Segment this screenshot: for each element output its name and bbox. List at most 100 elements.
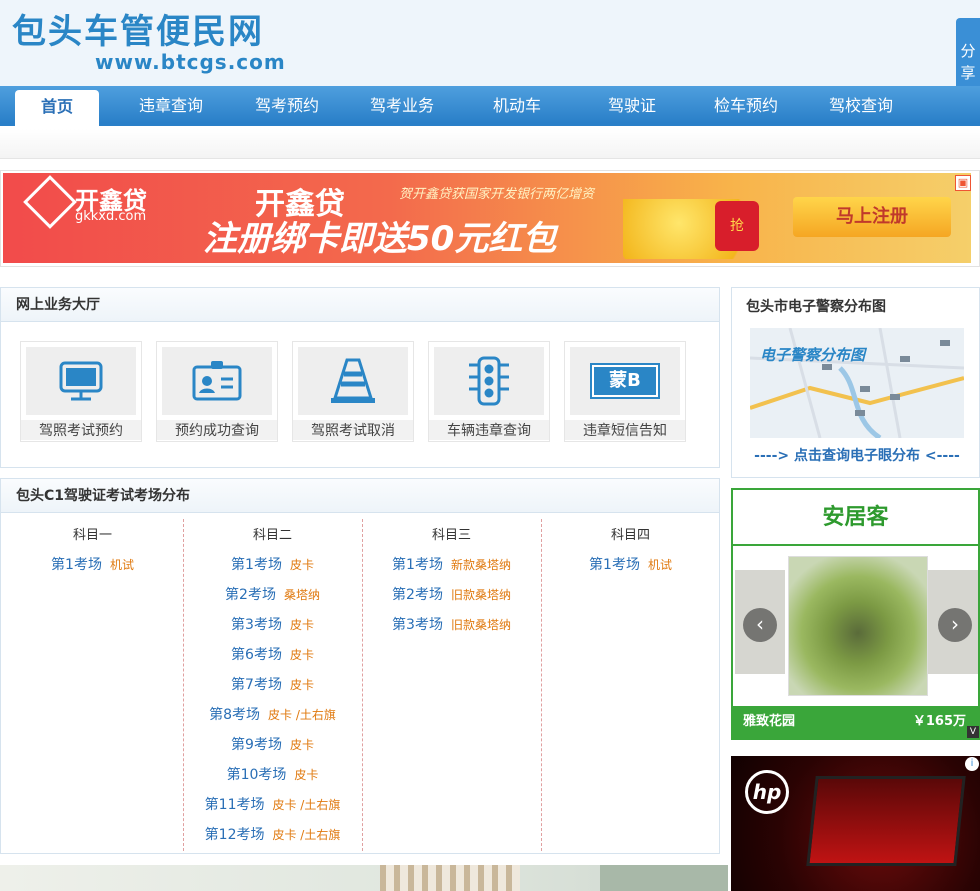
exam-site-row[interactable]: 第1考场 机试 [541,554,720,574]
nav-inspection-booking[interactable]: 检车预约 [700,86,792,126]
listing-name: 雅致花园 [743,714,796,729]
exam-site-vehicle: 皮卡 [289,648,314,662]
anjuke-logo[interactable]: 安居客 [733,490,978,546]
bottom-ad[interactable] [0,865,728,891]
service-label: 驾照考试预约 [21,420,141,440]
exam-site-row[interactable]: 第1考场 机试 [3,554,182,574]
camera-map-caption: 电子警察分布图 [760,346,866,364]
exam-site-row[interactable]: 第9考场 皮卡 [183,734,362,754]
exam-column-subject3: 科目三 第1考场 新款桑塔纳 第2考场 旧款桑塔纳 第3考场 旧款桑塔纳 [362,513,541,843]
exam-column-subject4: 科目四 第1考场 机试 [541,513,720,843]
exam-site-name[interactable]: 第2考场 [225,587,276,603]
exam-site-vehicle: 皮卡 /土右旗 [272,798,341,812]
service-label: 违章短信告知 [565,420,685,440]
exam-site-vehicle: 机试 [109,558,134,572]
exam-site-vehicle: 皮卡 [289,678,314,692]
exam-site-row[interactable]: 第1考场 皮卡 [183,554,362,574]
exam-site-vehicle: 皮卡 [289,558,314,572]
carousel-prev-icon[interactable]: ‹ [743,608,777,642]
exam-site-row[interactable]: 第2考场 桑塔纳 [183,584,362,604]
ad-badge-icon[interactable]: ▣ [955,175,971,191]
exam-site-name[interactable]: 第7考场 [231,677,282,693]
exam-site-name[interactable]: 第2考场 [392,587,443,603]
banner-ad-image[interactable]: 开鑫贷 gkkxd.com 开鑫贷 注册绑卡即送50元红包 贺开鑫贷获国家开发银… [3,173,971,263]
exam-site-vehicle: 皮卡 [289,618,314,632]
nav-vehicle[interactable]: 机动车 [471,86,563,126]
exam-site-vehicle: 旧款桑塔纳 [450,618,511,632]
kaixindai-logo-icon [23,175,77,229]
traffic-light-icon [434,347,544,415]
exam-site-name[interactable]: 第6考场 [231,647,282,663]
license-plate-icon: 蒙B [570,347,680,415]
exam-sites-panel: 包头C1驾驶证考试考场分布 科目一 第1考场 机试 科目二 第1考场 皮卡 第2考场 桑塔纳… [0,478,720,854]
main-nav: 首页 违章查询 驾考预约 驾考业务 机动车 驾驶证 检车预约 驾校查询 [0,86,980,126]
exam-site-name[interactable]: 第3考场 [231,617,282,633]
exam-site-row[interactable]: 第3考场 旧款桑塔纳 [362,614,541,634]
camera-map-link[interactable]: ----> 点击查询电子眼分布 <---- [750,445,964,465]
exam-column-head: 科目三 [431,528,471,543]
banner-slogan-main: 注册绑卡即送50元红包 [203,219,557,259]
service-exam-booking[interactable]: 驾照考试预约 [20,341,142,442]
nav-home[interactable]: 首页 [15,90,99,126]
exam-site-name[interactable]: 第3考场 [392,617,443,633]
listing-footer[interactable]: 雅致花园 ￥165万 [733,706,978,738]
exam-site-row[interactable]: 第6考场 皮卡 [183,644,362,664]
exam-site-name[interactable]: 第1考场 [231,557,282,573]
camera-map-title: 包头市电子警察分布图 [746,299,886,315]
exam-column-head: 科目一 [72,528,112,543]
sub-nav-bar [0,129,980,159]
register-now-button[interactable]: 马上注册 [793,197,951,237]
nav-license[interactable]: 驾驶证 [586,86,678,126]
hp-ad[interactable]: hp i [731,756,980,891]
exam-site-vehicle: 旧款桑塔纳 [450,588,511,602]
service-sms-notice[interactable]: 蒙B 违章短信告知 [564,341,686,442]
header: 包头车管便民网 www.btcgs.com [0,0,980,86]
service-vehicle-violation[interactable]: 车辆违章查询 [428,341,550,442]
listing-photo[interactable] [788,556,928,696]
nav-driving-school[interactable]: 驾校查询 [815,86,907,126]
exam-site-vehicle: 皮卡 /土右旗 [268,708,336,722]
exam-site-row[interactable]: 第8考场 皮卡 /土右旗 [183,704,362,724]
ad-corner-badge[interactable]: V [967,726,979,738]
exam-site-name[interactable]: 第1考场 [392,557,443,573]
camera-map-image[interactable]: 电子警察分布图 [750,328,964,438]
banner-ad[interactable]: 开鑫贷 gkkxd.com 开鑫贷 注册绑卡即送50元红包 贺开鑫贷获国家开发银… [0,170,980,267]
service-label: 预约成功查询 [157,420,277,440]
monitor-icon [26,347,136,415]
exam-column-subject1: 科目一第1考场 机试 [3,513,182,843]
service-hall-title: 网上业务大厅 [1,288,719,322]
site-url[interactable]: www.btcgs.com [95,50,286,74]
exam-site-name[interactable]: 第1考场 [51,557,102,573]
exam-site-row[interactable]: 第3考场 皮卡 [183,614,362,634]
exam-column-subject2: 科目二 第1考场 皮卡 第2考场 桑塔纳 第3考场 皮卡 第6考场 皮卡 第7考场 皮卡 第8考场 皮卡… [183,513,362,843]
license-plate-text: 蒙B [590,363,660,399]
traffic-cone-icon [298,347,408,415]
ad-info-icon[interactable]: i [965,757,979,771]
nav-violation-query[interactable]: 违章查询 [125,86,217,126]
exam-site-name[interactable]: 第1考场 [589,557,640,573]
exam-site-name[interactable]: 第11考场 [205,797,265,813]
id-card-icon [162,347,272,415]
site-title[interactable]: 包头车管便民网 [12,10,264,54]
exam-site-name[interactable]: 第8考场 [209,707,260,723]
exam-site-name[interactable]: 第9考场 [231,737,282,753]
exam-site-name[interactable]: 第10考场 [227,767,287,783]
service-label: 车辆违章查询 [429,420,549,440]
exam-site-row[interactable]: 第12考场 皮卡 /土右旗 [183,824,362,844]
exam-site-row[interactable]: 第11考场 皮卡 /土右旗 [183,794,362,814]
camera-map-panel: 包头市电子警察分布图 电子警察分布图 ----> 点击查询电子眼分布 <---- [731,287,980,478]
exam-site-row[interactable]: 第1考场 新款桑塔纳 [362,554,541,574]
exam-site-row[interactable]: 第2考场 旧款桑塔纳 [362,584,541,604]
exam-site-row[interactable]: 第10考场 皮卡 [183,764,362,784]
nav-exam-services[interactable]: 驾考业务 [356,86,448,126]
red-envelope-icon: 抢 [715,201,759,251]
service-exam-cancel[interactable]: 驾照考试取消 [292,341,414,442]
exam-site-vehicle: 机试 [647,558,672,572]
service-booking-query[interactable]: 预约成功查询 [156,341,278,442]
anjuke-ad[interactable]: 安居客 ‹ › 雅致花园 ￥165万 V [731,488,980,740]
exam-site-vehicle: 桑塔纳 [283,588,320,602]
nav-exam-booking[interactable]: 驾考预约 [241,86,333,126]
exam-site-name[interactable]: 第12考场 [205,827,265,843]
carousel-next-icon[interactable]: › [938,608,972,642]
exam-site-row[interactable]: 第7考场 皮卡 [183,674,362,694]
